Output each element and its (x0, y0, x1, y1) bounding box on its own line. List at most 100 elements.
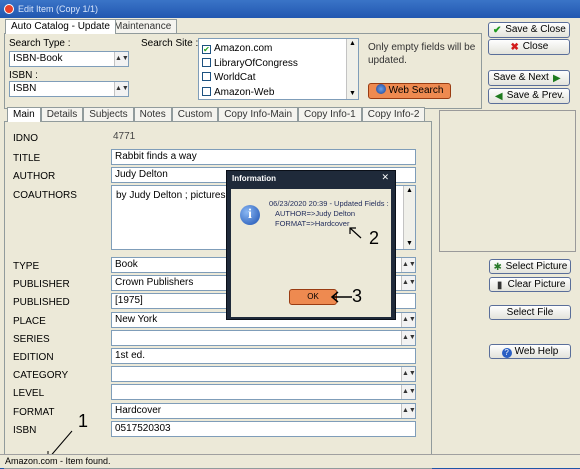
title-label: TITLE (13, 153, 41, 164)
publisher-value: Crown Publishers (115, 277, 194, 288)
scroll-down-icon[interactable]: ▼ (404, 239, 415, 249)
checkbox-icon[interactable] (202, 57, 211, 67)
dialog-close-icon[interactable]: ✕ (381, 172, 389, 183)
note-line1: Only empty fields will be (368, 42, 476, 53)
title-input[interactable]: Rabbit finds a way (111, 149, 416, 165)
select-file-button[interactable]: Select File (489, 305, 571, 320)
detail-tabs: Main Details Subjects Notes Custom Copy … (7, 107, 426, 122)
scroll-up-icon[interactable]: ▲ (404, 186, 415, 196)
search-site-list[interactable]: ✔ Amazon.com LibraryOfCongress WorldCat A… (198, 38, 359, 100)
published-label: PUBLISHED (13, 297, 70, 308)
checkbox-icon[interactable] (202, 86, 211, 96)
tab-main-label: Main (13, 109, 35, 120)
note-line2: updated. (368, 55, 407, 66)
save-close-button[interactable]: ✔ Save & Close (488, 22, 570, 38)
isbn-field-label: ISBN (13, 425, 37, 436)
close-button[interactable]: ✖ Close (488, 39, 570, 55)
window-title: Edit Item (Copy 1/1) (18, 4, 99, 14)
tab-copy-info-2-label: Copy Info-2 (367, 109, 420, 120)
clear-picture-button[interactable]: ▮ Clear Picture (489, 277, 571, 292)
tab-main[interactable]: Main (7, 107, 41, 122)
site-item-amazon[interactable]: ✔ Amazon.com (202, 42, 298, 57)
site-item-loc[interactable]: LibraryOfCongress (202, 57, 298, 72)
edition-input[interactable]: 1st ed. (111, 348, 416, 364)
select-picture-button[interactable]: ✱ Select Picture (489, 259, 571, 274)
author-label: AUTHOR (13, 171, 56, 182)
search-site-label: Search Site : (141, 38, 199, 49)
dialog-body: i 06/23/2020 20:39 - Updated Fields : AU… (231, 189, 391, 317)
tab-copy-info-main[interactable]: Copy Info-Main (218, 107, 299, 122)
type-label: TYPE (13, 261, 40, 272)
chevron-down-icon: ▲▼ (401, 331, 415, 345)
chevron-down-icon: ▲▼ (114, 82, 128, 96)
prev-arrow-icon: ◀ (494, 91, 503, 102)
place-label: PLACE (13, 316, 46, 327)
tab-maintenance-label: Maintenance (114, 21, 172, 32)
chevron-down-icon: ▲▼ (401, 258, 415, 272)
tab-details[interactable]: Details (40, 107, 84, 122)
category-label: CATEGORY (13, 370, 69, 381)
tab-copy-info-main-label: Copy Info-Main (224, 109, 293, 120)
isbn-select-value: ISBN (13, 83, 37, 94)
tab-details-label: Details (46, 109, 78, 120)
site-item-worldcat[interactable]: WorldCat (202, 71, 298, 86)
web-search-label: Web Search (388, 85, 444, 96)
web-help-button[interactable]: ? Web Help (489, 344, 571, 359)
close-icon: ✖ (510, 42, 519, 53)
annotation-label-3: 3 (352, 286, 363, 306)
series-label: SERIES (13, 334, 50, 345)
save-prev-button[interactable]: ◀ Save & Prev. (488, 88, 570, 104)
picture-box (439, 110, 576, 252)
clear-picture-label: Clear Picture (507, 279, 566, 290)
tab-subjects[interactable]: Subjects (83, 107, 134, 122)
tab-auto-catalog[interactable]: Auto Catalog - Update (5, 19, 116, 34)
search-type-label: Search Type : (9, 38, 71, 49)
save-close-label: Save & Close (505, 24, 566, 35)
chevron-down-icon: ▲▼ (401, 404, 415, 418)
series-select[interactable]: ▲▼ (111, 330, 416, 346)
coauthors-label: COAUTHORS (13, 190, 77, 201)
coauthors-scrollbar[interactable]: ▲ ▼ (403, 186, 415, 249)
scroll-up-icon[interactable]: ▲ (347, 39, 358, 49)
search-type-select[interactable]: ISBN-Book ▲▼ (9, 51, 129, 67)
level-select[interactable]: ▲▼ (111, 384, 416, 400)
scroll-down-icon[interactable]: ▼ (347, 89, 358, 99)
site-item-label: Amazon.com (214, 43, 273, 54)
checkbox-icon[interactable] (202, 72, 211, 81)
save-prev-label: Save & Prev. (506, 90, 565, 101)
category-select[interactable]: ▲▼ (111, 366, 416, 382)
save-next-button[interactable]: Save & Next ▶ (488, 70, 570, 86)
isbn-input[interactable]: 0517520303 (111, 421, 416, 437)
tab-notes[interactable]: Notes (133, 107, 172, 122)
info-icon: i (240, 205, 260, 225)
search-type-value: ISBN-Book (13, 53, 63, 64)
tab-copy-info-2[interactable]: Copy Info-2 (361, 107, 426, 122)
format-select[interactable]: Hardcover ▲▼ (111, 403, 416, 419)
isbn-select[interactable]: ISBN ▲▼ (9, 81, 129, 97)
idno-label: IDNO (13, 133, 38, 144)
checkbox-checked-icon[interactable]: ✔ (202, 45, 211, 54)
close-label: Close (522, 41, 549, 52)
annotation-label-1: 1 (78, 411, 89, 431)
site-item-label: WorldCat (214, 72, 256, 83)
dialog-title: Information (232, 174, 276, 183)
tab-copy-info-1[interactable]: Copy Info-1 (298, 107, 362, 122)
site-list-scrollbar[interactable]: ▲ ▼ (346, 39, 358, 99)
save-next-label: Save & Next (493, 72, 549, 83)
level-label: LEVEL (13, 388, 45, 399)
site-item-amazon-web[interactable]: Amazon-Web (202, 86, 298, 101)
next-arrow-icon: ▶ (552, 73, 561, 84)
status-bar: Amazon.com - Item found. (0, 454, 580, 468)
isbn-label: ISBN : (9, 70, 38, 81)
tab-maintenance[interactable]: Maintenance (108, 19, 178, 34)
chevron-down-icon: ▲▼ (401, 367, 415, 381)
select-file-label: Select File (506, 307, 554, 318)
tab-custom[interactable]: Custom (171, 107, 219, 122)
tab-notes-label: Notes (139, 109, 166, 120)
format-value: Hardcover (115, 405, 162, 416)
dialog-message-line3: FORMAT=>Hardcover (275, 219, 350, 228)
picture-icon: ✱ (493, 262, 502, 273)
app-icon (4, 4, 14, 14)
annotation-label-2: 2 (369, 228, 380, 248)
web-search-button[interactable]: Web Search (368, 83, 451, 99)
